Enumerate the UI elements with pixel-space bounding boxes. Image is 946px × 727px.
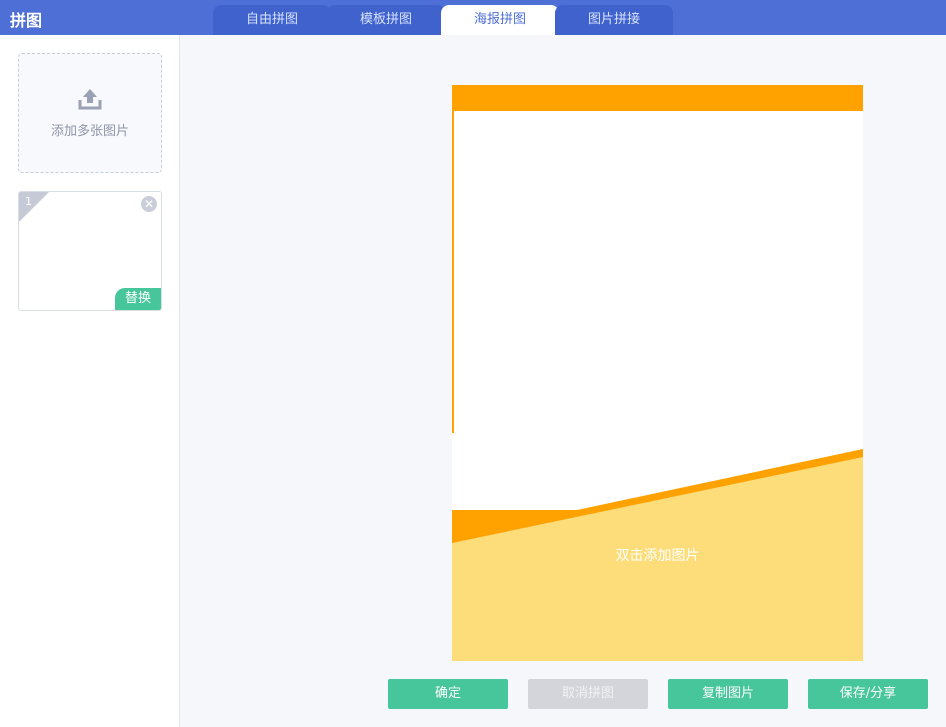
- add-images-label: 添加多张图片: [50, 124, 129, 139]
- tab-template-collage[interactable]: 模板拼图: [327, 5, 445, 35]
- copy-image-button[interactable]: 复制图片: [668, 679, 788, 709]
- poster-top-band: [452, 85, 863, 111]
- add-images-button[interactable]: 添加多张图片: [18, 53, 162, 173]
- replace-button[interactable]: 替换: [115, 288, 161, 310]
- tab-free-collage[interactable]: 自由拼图: [213, 5, 331, 35]
- thumbnail-corner: [19, 192, 49, 222]
- close-icon[interactable]: ✕: [141, 196, 157, 212]
- upload-icon: [78, 89, 102, 110]
- cancel-collage-button[interactable]: 取消拼图: [528, 679, 648, 709]
- save-share-button[interactable]: 保存/分享: [808, 679, 928, 709]
- poster-artwork: [452, 85, 863, 661]
- poster-canvas[interactable]: 双击添加图片: [452, 85, 863, 661]
- confirm-button[interactable]: 确定: [388, 679, 508, 709]
- thumbnail-index: 1: [25, 195, 32, 208]
- add-image-hint[interactable]: 双击添加图片: [452, 545, 863, 565]
- sidebar: 添加多张图片 1 ✕ 替换: [0, 35, 180, 727]
- tab-poster-collage[interactable]: 海报拼图: [441, 5, 559, 35]
- app-title: 拼图: [10, 11, 43, 30]
- title-bar: 拼图 自由拼图 模板拼图 海报拼图 图片拼接: [0, 0, 946, 35]
- tab-image-stitch[interactable]: 图片拼接: [555, 5, 673, 35]
- poster-left-edge: [452, 111, 454, 433]
- image-thumbnail[interactable]: 1 ✕ 替换: [18, 191, 162, 311]
